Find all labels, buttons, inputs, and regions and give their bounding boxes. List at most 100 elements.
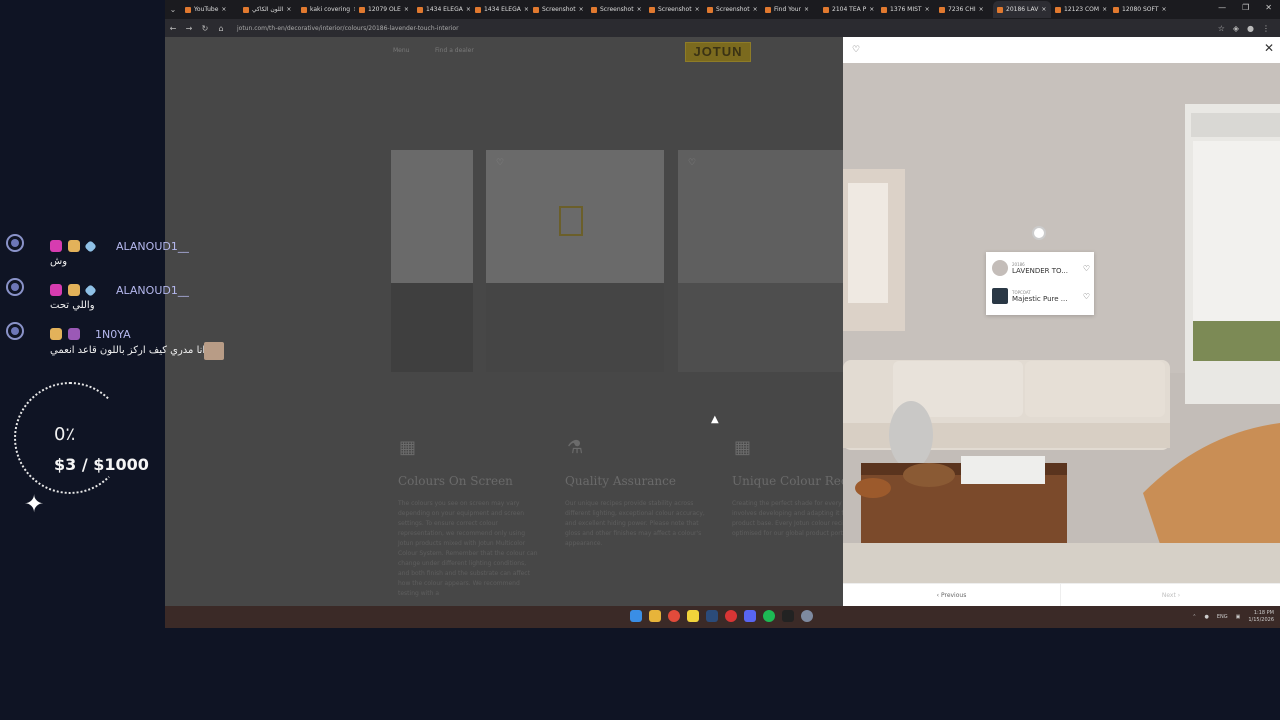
- tab-label: 2104 TEA P: [832, 6, 867, 13]
- back-icon[interactable]: ←: [165, 24, 181, 33]
- tab-favicon-icon: [823, 6, 829, 13]
- feature-text: Our unique recipes provide stability acr…: [565, 500, 705, 547]
- discord-icon[interactable]: [744, 610, 756, 622]
- tab-label: اللون الكاكي: [252, 6, 284, 13]
- chat-badges: [50, 283, 97, 297]
- tab-close-icon[interactable]: ×: [1162, 6, 1167, 13]
- chrome-icon[interactable]: [668, 610, 680, 622]
- goal-percent: 0٪: [54, 424, 76, 445]
- heart-icon[interactable]: ♡: [852, 45, 860, 55]
- tab-close-icon[interactable]: ×: [979, 6, 984, 13]
- browser-tab[interactable]: Screenshot ×: [703, 1, 761, 18]
- clock-date: 1/15/2026: [1248, 617, 1274, 623]
- profile-icon[interactable]: ●: [1247, 24, 1254, 33]
- tab-close-icon[interactable]: ×: [286, 6, 291, 13]
- feature-title: Colours On Screen: [398, 474, 513, 488]
- previous-button[interactable]: ‹ Previous: [843, 584, 1061, 606]
- browser-tab[interactable]: 1376 MIST ×: [877, 1, 935, 18]
- browser-tab[interactable]: Find Your ×: [761, 1, 819, 18]
- tab-label: Find Your: [774, 6, 802, 13]
- notes-icon[interactable]: [687, 610, 699, 622]
- image-wall: [391, 150, 473, 284]
- next-button[interactable]: Next ›: [1062, 584, 1280, 606]
- windows-start-icon[interactable]: [630, 610, 642, 622]
- browser-tab[interactable]: 2104 TEA P ×: [819, 1, 877, 18]
- image-floor: [391, 283, 473, 372]
- tab-label: 1434 ELEGA: [484, 6, 521, 13]
- browser-tab[interactable]: Screenshot ×: [529, 1, 587, 18]
- address-actions: ☆ ◈ ● ⋮: [1218, 24, 1270, 33]
- browser-tab[interactable]: kaki covering×: [297, 1, 355, 18]
- browser-tab[interactable]: 12079 OLE ×: [355, 1, 413, 18]
- tab-close-icon[interactable]: ×: [1041, 6, 1046, 13]
- room-image-card[interactable]: [391, 150, 473, 372]
- heart-icon[interactable]: ♡: [496, 158, 504, 168]
- find-dealer-link[interactable]: Find a dealer: [435, 47, 474, 54]
- language-indicator[interactable]: ENG: [1217, 614, 1228, 620]
- url-field[interactable]: jotun.com/th-en/decorative/interior/colo…: [237, 25, 459, 32]
- terminal-icon[interactable]: [782, 610, 794, 622]
- tab-close-icon[interactable]: ×: [637, 6, 642, 13]
- browser-tab[interactable]: 7236 CHI ×: [935, 1, 993, 18]
- minimize-icon[interactable]: —: [1218, 3, 1226, 12]
- menu-dots-icon[interactable]: ⋮: [1262, 24, 1270, 33]
- tab-close-icon[interactable]: ×: [1102, 6, 1107, 13]
- swatch-row[interactable]: TOPCOAT Majestic Pure ... ♡: [992, 288, 1090, 304]
- steam-icon[interactable]: [706, 610, 718, 622]
- heart-icon[interactable]: ♡: [1083, 292, 1090, 301]
- tab-close-icon[interactable]: ×: [695, 6, 700, 13]
- browser-tab[interactable]: 20186 LAV ×: [993, 1, 1051, 18]
- tab-label: 12079 OLE: [368, 6, 401, 13]
- tab-close-icon[interactable]: ×: [221, 6, 226, 13]
- browser-tab[interactable]: 1434 ELEGA ×: [471, 1, 529, 18]
- browser-tab[interactable]: اللون الكاكي ×: [239, 1, 297, 18]
- image-viewer-modal: ♡ ✕ 20186 LAVENDER TO... ♡ TOPCOAT Majes…: [843, 37, 1280, 606]
- sub-badge-icon: [68, 328, 80, 340]
- tab-favicon-icon: [417, 6, 423, 13]
- tab-close-icon[interactable]: ×: [869, 6, 874, 13]
- browser-tab[interactable]: Screenshot ×: [645, 1, 703, 18]
- mic-icon[interactable]: ●: [1204, 614, 1208, 620]
- forward-icon[interactable]: →: [181, 24, 197, 33]
- tab-close-icon[interactable]: ×: [804, 6, 809, 13]
- file-explorer-icon[interactable]: [649, 610, 661, 622]
- obs-icon[interactable]: [725, 610, 737, 622]
- spotify-icon[interactable]: [763, 610, 775, 622]
- browser-tabbar: ⌄ YouTube×اللون الكاكي×kaki covering×120…: [165, 0, 1280, 19]
- recipe-icon: ▦: [734, 437, 752, 458]
- hotspot-marker[interactable]: [1032, 226, 1046, 240]
- reload-icon[interactable]: ↻: [197, 24, 213, 33]
- tab-close-icon[interactable]: ×: [404, 6, 409, 13]
- browser-tab[interactable]: 12123 COM ×: [1051, 1, 1109, 18]
- jotun-logo[interactable]: JOTUN: [685, 42, 751, 62]
- tab-close-icon[interactable]: ×: [925, 6, 930, 13]
- tab-favicon-icon: [881, 6, 887, 13]
- menu-link[interactable]: Menu: [393, 47, 409, 54]
- bookmark-star-icon[interactable]: ☆: [1218, 24, 1225, 33]
- browser-tab[interactable]: 12080 SOFT ×: [1109, 1, 1167, 18]
- tab-label: 1376 MIST: [890, 6, 922, 13]
- network-icon[interactable]: ▣: [1236, 614, 1241, 620]
- maximize-icon[interactable]: ❐: [1242, 3, 1249, 12]
- tab-close-icon[interactable]: ×: [579, 6, 584, 13]
- close-icon[interactable]: ✕: [1264, 41, 1274, 55]
- browser-tab[interactable]: Screenshot ×: [587, 1, 645, 18]
- tab-label: Screenshot: [542, 6, 576, 13]
- home-icon[interactable]: ⌂: [213, 24, 229, 33]
- chevron-up-icon[interactable]: ⌃: [1192, 614, 1196, 620]
- clock[interactable]: 1:18 PM 1/15/2026: [1248, 610, 1274, 624]
- paint-can-swatch: [992, 288, 1008, 304]
- room-image-card[interactable]: ♡: [678, 150, 843, 372]
- browser-tab[interactable]: 1434 ELEGA ×: [413, 1, 471, 18]
- settings-icon[interactable]: [801, 610, 813, 622]
- browser-tab[interactable]: YouTube ×: [181, 1, 239, 18]
- heart-icon[interactable]: ♡: [1083, 264, 1090, 273]
- tab-close-icon[interactable]: ×: [753, 6, 758, 13]
- room-image-card[interactable]: ♡: [486, 150, 664, 372]
- close-window-icon[interactable]: ✕: [1265, 3, 1272, 12]
- tab-label: Screenshot: [658, 6, 692, 13]
- tab-search-icon[interactable]: ⌄: [165, 5, 181, 14]
- heart-icon[interactable]: ♡: [688, 158, 696, 168]
- extension-icon[interactable]: ◈: [1233, 24, 1239, 33]
- swatch-row[interactable]: 20186 LAVENDER TO... ♡: [992, 260, 1090, 276]
